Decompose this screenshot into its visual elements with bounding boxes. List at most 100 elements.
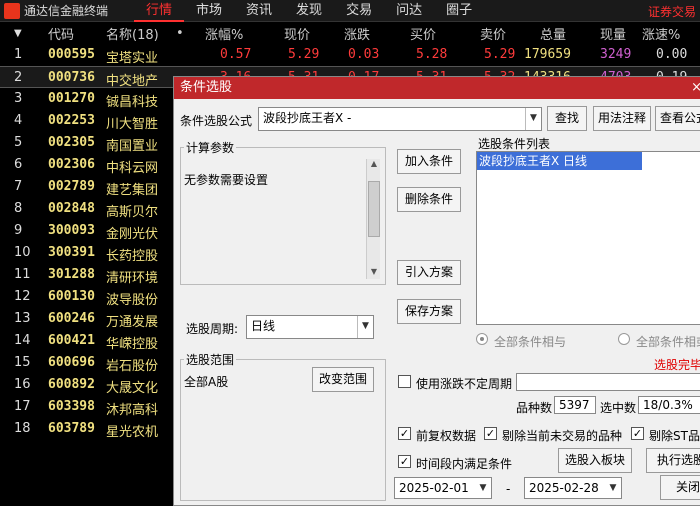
header-ask[interactable]: 卖价	[480, 24, 506, 43]
close-button[interactable]: 关闭	[660, 475, 700, 500]
menu-discover[interactable]: 发现	[284, 0, 334, 22]
formula-label: 条件选股公式	[180, 114, 253, 128]
exclude-untraded-checkbox[interactable]: ✓	[484, 427, 497, 440]
menu-wenda[interactable]: 问达	[384, 0, 434, 22]
header-cur-vol[interactable]: 现量	[600, 24, 626, 43]
scroll-up-icon[interactable]: ▲	[367, 159, 381, 171]
date-from-picker[interactable]: 2025-02-01 ▼	[394, 477, 492, 499]
range-group-title: 选股范围	[184, 351, 237, 368]
speed: 0.00	[656, 47, 688, 62]
range-text: 全部A股	[184, 375, 229, 389]
stock-code: 001270	[48, 91, 95, 106]
import-plan-button[interactable]: 引入方案	[397, 260, 461, 285]
ask-price: 5.29	[484, 47, 516, 62]
stock-name: 沐邦高科	[106, 403, 159, 418]
row-index: 14	[14, 333, 31, 348]
delete-condition-button[interactable]: 删除条件	[397, 187, 461, 212]
stock-name: 长药控股	[106, 249, 159, 264]
date-from-value: 2025-02-01	[399, 481, 469, 495]
price: 5.29	[288, 47, 320, 62]
chevron-down-icon[interactable]: ▼	[475, 478, 491, 498]
menu-circle[interactable]: 圈子	[434, 0, 484, 22]
stock-name: 金刚光伏	[106, 227, 159, 242]
row-index: 4	[14, 113, 23, 128]
menu-news[interactable]: 资讯	[234, 0, 284, 22]
stock-code: 002306	[48, 157, 95, 172]
header-dot: •	[176, 25, 184, 41]
change-pct: 0.57	[220, 47, 252, 62]
uncertain-period-input[interactable]	[516, 373, 700, 391]
execute-pick-button[interactable]: 执行选股	[646, 448, 700, 473]
row-index: 7	[14, 179, 23, 194]
period-label: 选股周期:	[186, 322, 239, 336]
scroll-down-icon[interactable]: ▼	[367, 267, 381, 279]
chevron-down-icon[interactable]: ▼	[525, 108, 541, 130]
condition-list[interactable]: 波段抄底王者X 日线	[476, 151, 700, 325]
menu-bar: 通达信金融终端 行情 市场 资讯 发现 交易 问达 圈子 证券交易	[0, 0, 700, 22]
app-title: 通达信金融终端	[24, 4, 109, 18]
securities-trade-link[interactable]: 证券交易	[648, 3, 696, 20]
row-index: 2	[14, 70, 23, 85]
row-index: 18	[14, 421, 31, 436]
stock-name: 建艺集团	[106, 183, 159, 198]
time-range-label: 时间段内满足条件	[416, 457, 513, 471]
stock-name: 中交地产	[106, 74, 159, 89]
find-button[interactable]: 查找	[547, 106, 587, 131]
change: 0.03	[348, 47, 380, 62]
current-volume: 3249	[600, 47, 632, 62]
sort-arrow-icon[interactable]: ▼	[14, 28, 22, 39]
row-index: 8	[14, 201, 23, 216]
date-to-value: 2025-02-28	[529, 481, 599, 495]
chevron-down-icon[interactable]: ▼	[357, 316, 373, 338]
stock-code: 002253	[48, 113, 95, 128]
count-label: 品种数	[516, 401, 553, 415]
adjust-data-label: 前复权数据	[416, 429, 477, 443]
header-volume[interactable]: 总量	[540, 24, 566, 43]
stock-name: 万通发展	[106, 315, 159, 330]
header-bid[interactable]: 买价	[410, 24, 436, 43]
header-name[interactable]: 名称(18)	[106, 24, 159, 43]
menu-quotes[interactable]: 行情	[134, 0, 185, 22]
menu-market[interactable]: 市场	[184, 0, 234, 22]
add-condition-button[interactable]: 加入条件	[397, 149, 461, 174]
change-range-button[interactable]: 改变范围	[312, 367, 374, 392]
stock-name: 宝塔实业	[106, 51, 159, 66]
row-index: 1	[14, 47, 23, 62]
params-text: 无参数需要设置	[184, 173, 269, 187]
menu-trade[interactable]: 交易	[334, 0, 384, 22]
stock-code: 300391	[48, 245, 95, 260]
stock-code: 600892	[48, 377, 95, 392]
header-change[interactable]: 涨跌	[344, 24, 370, 43]
formula-select[interactable]: 波段抄底王者X - ▼	[258, 107, 542, 131]
save-plan-button[interactable]: 保存方案	[397, 299, 461, 324]
stock-code: 603789	[48, 421, 95, 436]
header-price[interactable]: 现价	[284, 24, 310, 43]
view-formula-button[interactable]: 查看公式	[655, 106, 700, 131]
exclude-st-checkbox[interactable]: ✓	[631, 427, 644, 440]
uncertain-period-checkbox[interactable]	[398, 375, 411, 388]
exclude-st-label: 剔除ST品种	[649, 429, 700, 443]
usage-notes-button[interactable]: 用法注释	[593, 106, 651, 131]
time-range-checkbox[interactable]: ✓	[398, 455, 411, 468]
table-row[interactable]: 1 000595 宝塔实业 0.57 5.29 0.03 5.28 5.29 179659 324…	[0, 44, 700, 66]
adjust-data-checkbox[interactable]: ✓	[398, 427, 411, 440]
stock-code: 002848	[48, 201, 95, 216]
stock-name: 华嵘控股	[106, 337, 159, 352]
scrollbar-thumb[interactable]	[368, 181, 380, 237]
header-change-pct[interactable]: 涨幅%	[205, 24, 243, 43]
radio-all-or[interactable]	[618, 333, 630, 345]
row-index: 15	[14, 355, 31, 370]
radio-all-and[interactable]	[476, 333, 488, 345]
chevron-down-icon[interactable]: ▼	[605, 478, 621, 498]
add-to-block-button[interactable]: 选股入板块	[558, 448, 632, 473]
period-select[interactable]: 日线 ▼	[246, 315, 374, 339]
header-code[interactable]: 代码	[48, 24, 74, 43]
date-to-picker[interactable]: 2025-02-28 ▼	[524, 477, 622, 499]
dialog-title-bar: 条件选股 ×	[174, 77, 700, 99]
bid-price: 5.28	[416, 47, 448, 62]
close-icon[interactable]: ×	[691, 77, 700, 99]
condition-list-item[interactable]: 波段抄底王者X 日线	[477, 152, 642, 170]
stock-name: 波导股份	[106, 293, 159, 308]
header-speed[interactable]: 涨速%	[642, 24, 680, 43]
params-scrollbar[interactable]: ▲ ▼	[366, 159, 380, 279]
